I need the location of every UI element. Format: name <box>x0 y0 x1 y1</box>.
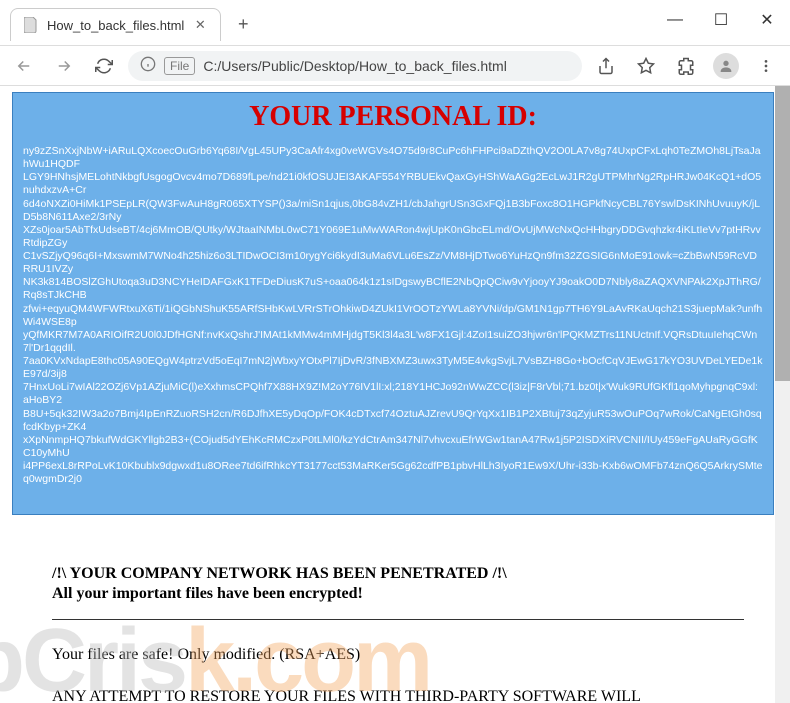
titlebar: How_to_back_files.html ✕ + — ☐ ✕ <box>0 0 790 46</box>
encrypted-heading: All your important files have been encry… <box>52 585 744 603</box>
ransom-note-body: /!\ YOUR COMPANY NETWORK HAS BEEN PENETR… <box>12 515 774 703</box>
content-viewport: YOUR PERSONAL ID: ny9zZSnXxjNbW+iARuLQXc… <box>0 86 790 703</box>
personal-id-box: YOUR PERSONAL ID: ny9zZSnXxjNbW+iARuLQXc… <box>12 92 774 515</box>
profile-button[interactable] <box>710 50 742 82</box>
share-icon[interactable] <box>590 50 622 82</box>
new-tab-button[interactable]: + <box>229 10 257 38</box>
maximize-button[interactable]: ☐ <box>698 0 744 40</box>
tab-close-button[interactable]: ✕ <box>192 17 208 33</box>
para-files-safe: Your files are safe! Only modified. (RSA… <box>52 644 744 666</box>
forward-button[interactable] <box>48 50 80 82</box>
browser-tab[interactable]: How_to_back_files.html ✕ <box>10 8 221 41</box>
menu-button[interactable] <box>750 50 782 82</box>
window-controls: — ☐ ✕ <box>652 0 790 40</box>
bookmark-icon[interactable] <box>630 50 662 82</box>
url-text: C:/Users/Public/Desktop/How_to_back_file… <box>203 58 570 74</box>
page-content: YOUR PERSONAL ID: ny9zZSnXxjNbW+iARuLQXc… <box>0 86 790 703</box>
file-scheme-label: File <box>164 57 195 75</box>
personal-id-value: ny9zZSnXxjNbW+iARuLQXcoecOuGrb6Yq68I/VgL… <box>23 145 763 486</box>
info-icon[interactable] <box>140 56 156 75</box>
personal-id-title: YOUR PERSONAL ID: <box>23 101 763 133</box>
penetrated-heading: /!\ YOUR COMPANY NETWORK HAS BEEN PENETR… <box>52 565 744 583</box>
address-bar[interactable]: File C:/Users/Public/Desktop/How_to_back… <box>128 51 582 81</box>
reload-button[interactable] <box>88 50 120 82</box>
scrollbar-thumb[interactable] <box>775 86 790 381</box>
para-warning: ANY ATTEMPT TO RESTORE YOUR FILES WITH T… <box>52 686 744 703</box>
minimize-button[interactable]: — <box>652 0 698 40</box>
back-button[interactable] <box>8 50 40 82</box>
file-icon <box>23 17 39 33</box>
browser-toolbar: File C:/Users/Public/Desktop/How_to_back… <box>0 46 790 86</box>
avatar-icon <box>713 53 739 79</box>
extensions-icon[interactable] <box>670 50 702 82</box>
divider <box>52 619 744 620</box>
tab-title: How_to_back_files.html <box>47 18 184 33</box>
window-close-button[interactable]: ✕ <box>744 0 790 40</box>
scrollbar-track[interactable] <box>775 86 790 703</box>
